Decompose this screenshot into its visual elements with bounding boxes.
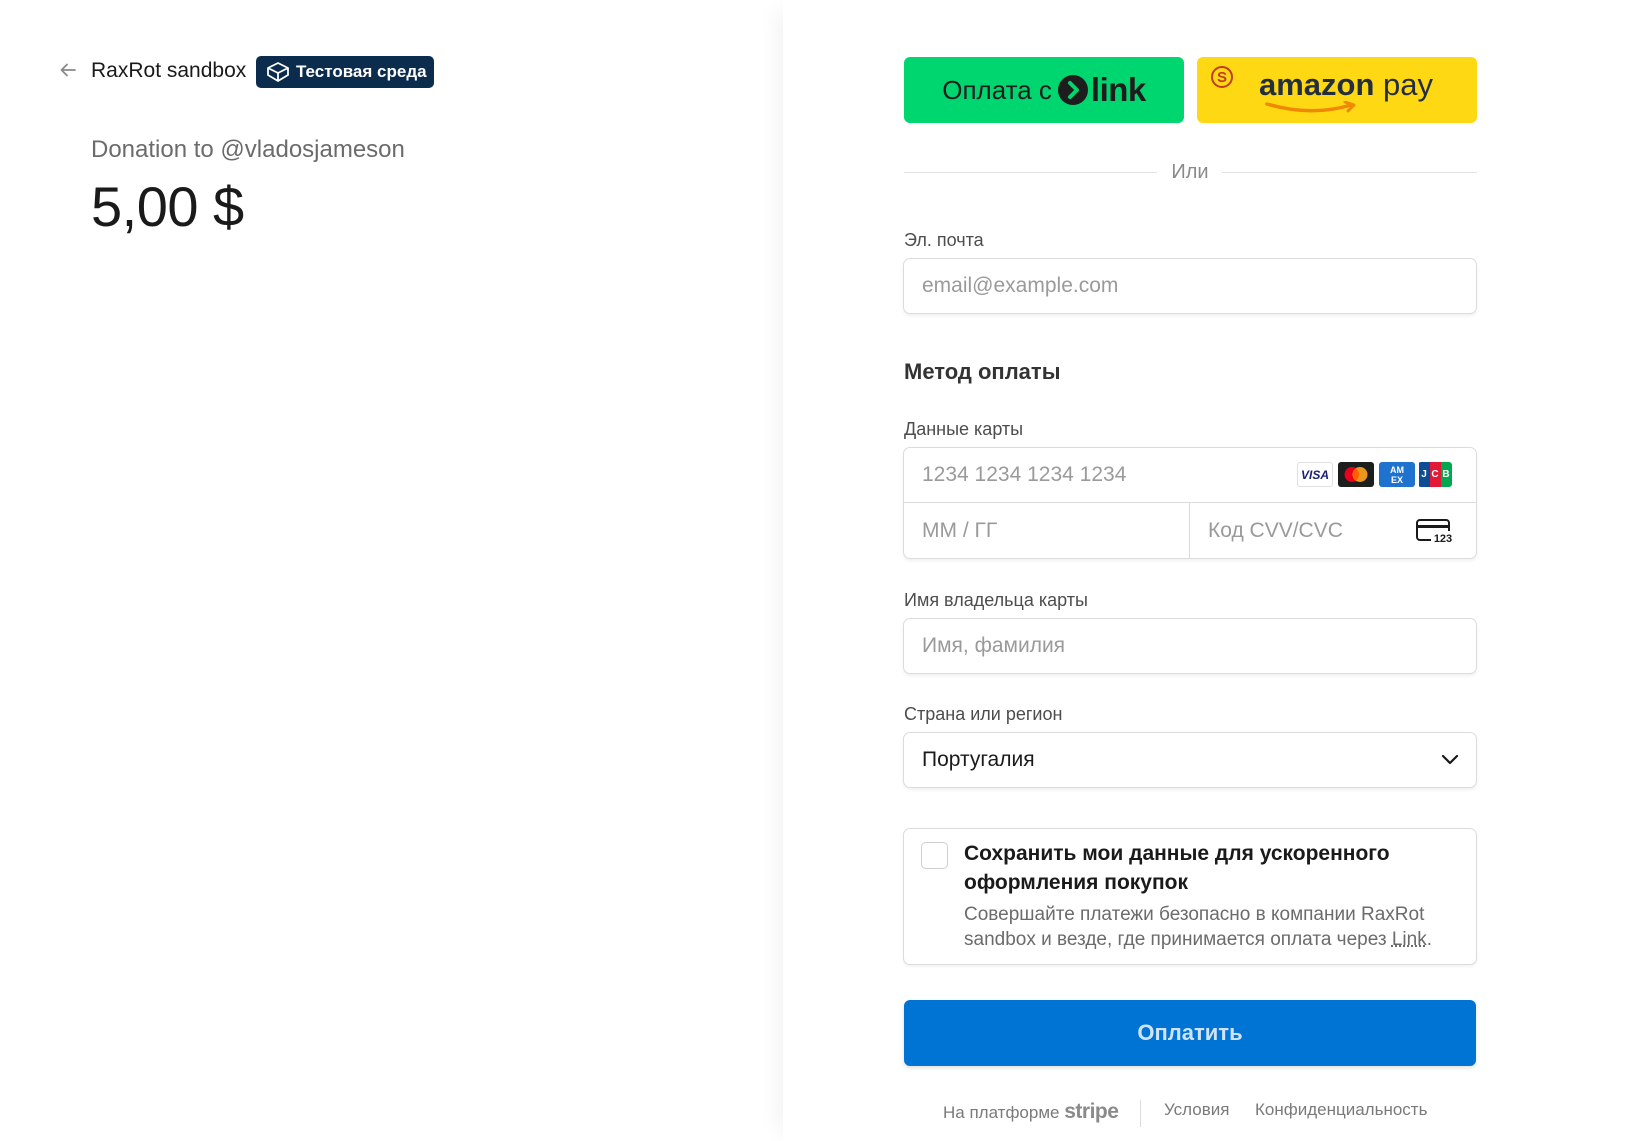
divider-line-left (904, 172, 1157, 173)
cardholder-name-field[interactable]: Имя, фамилия (903, 618, 1477, 674)
amazon-pay-button[interactable]: S amazon pay (1197, 57, 1477, 123)
amex-icon: AM EX (1379, 462, 1415, 487)
save-info-description-end: . (1426, 929, 1432, 950)
pay-with-link-button[interactable]: Оплата с link (904, 57, 1184, 123)
product-description: Donation to @vladosjameson (91, 136, 405, 163)
card-info-label: Данные карты (904, 419, 1024, 439)
order-summary-panel: RaxRot sandbox Тестовая среда Donation t… (0, 0, 783, 1141)
amazon-pay-word: pay (1383, 67, 1433, 102)
powered-by-label: На платформе (943, 1103, 1060, 1122)
jcb-icon: J C B (1418, 462, 1452, 487)
link-info-link[interactable]: Link (1392, 929, 1427, 950)
card-input-group: 1234 1234 1234 1234 VISA AM EX J C B ММ … (903, 447, 1477, 559)
footer-separator (1140, 1100, 1141, 1127)
total-amount: 5,00 $ (91, 175, 244, 238)
cvc-icon-digits: 123 (1434, 533, 1452, 544)
country-select[interactable]: Португалия (903, 732, 1477, 788)
sandbox-box-icon (267, 62, 289, 82)
test-mode-badge: Тестовая среда (256, 56, 434, 88)
card-cvc-field[interactable]: Код CVV/CVC 123 (1190, 503, 1476, 558)
link-logo-icon (1057, 75, 1088, 105)
save-info-description: Совершайте платежи безопасно в компании … (964, 902, 1454, 952)
save-info-box: Сохранить мои данные для ускоренного офо… (903, 828, 1477, 965)
country-selected-value: Португалия (922, 748, 1035, 771)
mastercard-icon (1338, 462, 1374, 487)
terms-link[interactable]: Условия (1164, 1100, 1229, 1120)
save-info-checkbox[interactable] (921, 842, 948, 869)
stripe-logo: stripe (1064, 1100, 1119, 1123)
save-info-description-text: Совершайте платежи безопасно в компании … (964, 904, 1425, 950)
card-expiry-field[interactable]: ММ / ГГ (904, 503, 1190, 558)
visa-icon: VISA (1297, 462, 1333, 487)
merchant-name[interactable]: RaxRot sandbox (91, 59, 246, 83)
divider-or: Или (1171, 161, 1209, 183)
amazon-smile-icon (1265, 101, 1356, 113)
privacy-link[interactable]: Конфиденциальность (1255, 1100, 1427, 1120)
card-number-field[interactable]: 1234 1234 1234 1234 VISA AM EX J C B (904, 448, 1476, 503)
jcb-letter-b: B (1440, 462, 1452, 487)
link-button-prefix: Оплата с (942, 74, 1052, 105)
cvc-placeholder: Код CVV/CVC (1208, 518, 1343, 542)
powered-by-stripe[interactable]: На платформе stripe (943, 1100, 1119, 1124)
back-arrow-icon[interactable] (58, 60, 78, 80)
country-label: Страна или регион (904, 704, 1063, 724)
email-field[interactable]: email@example.com (903, 258, 1477, 314)
chevron-down-icon (1441, 754, 1459, 765)
amazon-wordmark: amazon (1259, 67, 1375, 102)
card-number-placeholder: 1234 1234 1234 1234 (922, 463, 1127, 486)
cvc-card-icon: 123 (1416, 519, 1455, 544)
svg-text:EX: EX (1391, 475, 1403, 485)
jcb-letter-j: J (1418, 462, 1430, 487)
test-badge-label: Тестовая среда (296, 62, 427, 81)
save-info-title[interactable]: Сохранить мои данные для ускоренного офо… (964, 839, 1444, 897)
cardholder-label: Имя владельца карты (904, 590, 1088, 610)
payment-method-title: Метод оплаты (904, 359, 1061, 384)
link-wordmark: link (1090, 71, 1146, 108)
jcb-letter-c: C (1429, 462, 1441, 487)
email-label: Эл. почта (904, 230, 984, 250)
svg-text:AM: AM (1390, 465, 1404, 475)
amazon-coin-icon: S (1211, 66, 1233, 88)
divider-line-right (1222, 172, 1477, 173)
pay-button[interactable]: Оплатить (904, 1000, 1476, 1066)
